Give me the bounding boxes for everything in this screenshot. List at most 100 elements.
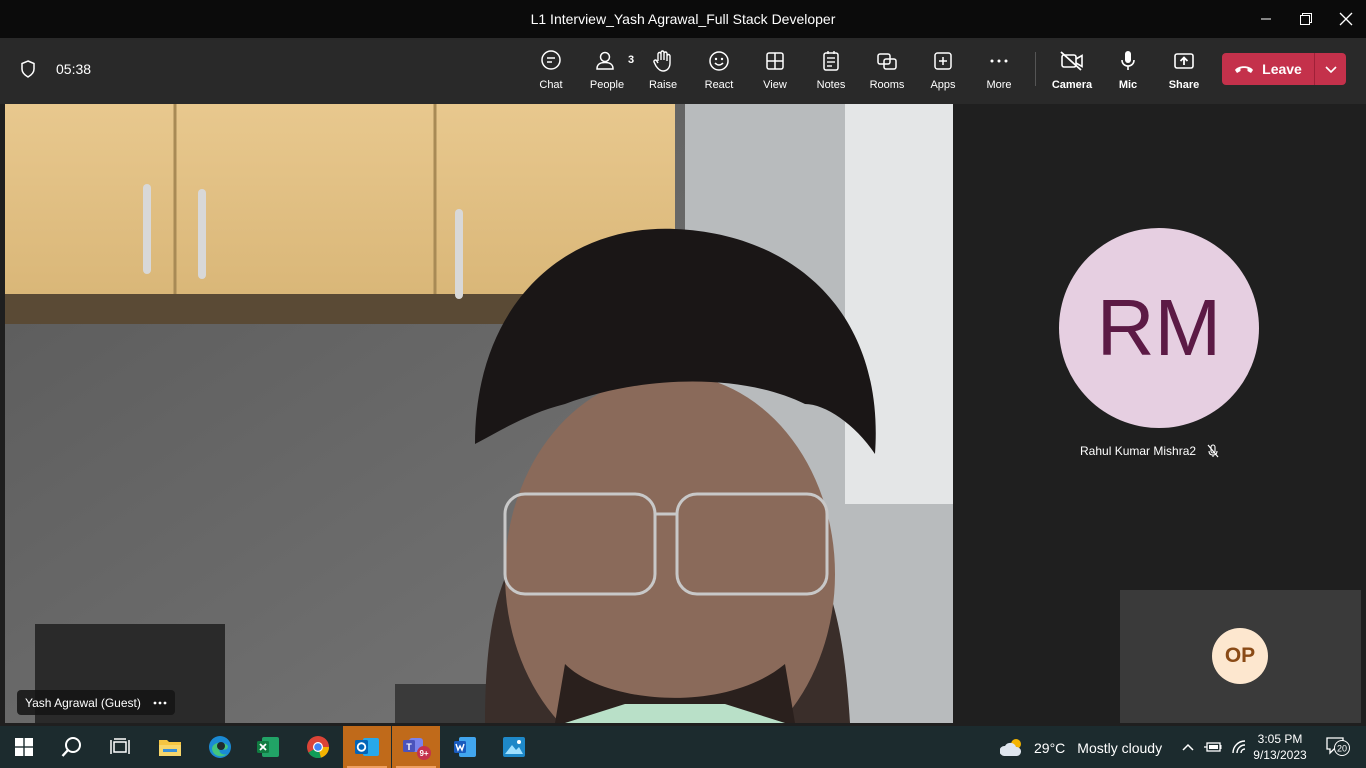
chat-label: Chat	[539, 79, 563, 91]
meeting-stage: Yash Agrawal (Guest) RM Rahul Kumar Mish…	[0, 104, 1366, 726]
view-button[interactable]: View	[747, 48, 803, 98]
teams-button[interactable]: T 9+	[392, 726, 440, 768]
network-button[interactable]	[1228, 726, 1250, 768]
participant-name-rahul: Rahul Kumar Mishra2	[1080, 444, 1220, 458]
minimize-button[interactable]	[1246, 0, 1286, 38]
teams-badge: 9+	[419, 749, 428, 758]
notes-label: Notes	[816, 79, 846, 91]
restore-button[interactable]	[1286, 0, 1326, 38]
folder-icon	[159, 740, 181, 756]
mic-icon	[1121, 51, 1135, 70]
rooms-button[interactable]: Rooms	[859, 48, 915, 98]
windows-taskbar: T 9+ 29°C Mostly cloudy 3:05 PM 9/13/2023…	[0, 726, 1366, 768]
rooms-label: Rooms	[869, 79, 905, 91]
avatar-rahul[interactable]: RM	[1059, 228, 1259, 428]
chevron-down-icon	[1324, 66, 1337, 74]
hand-icon	[653, 50, 671, 72]
notification-icon: 20	[1326, 737, 1350, 756]
word-button[interactable]	[441, 726, 489, 768]
svg-text:T: T	[406, 742, 412, 752]
system-clock[interactable]: 3:05 PM 9/13/2023	[1250, 731, 1310, 763]
share-label: Share	[1168, 79, 1200, 91]
rahul-name-label: Rahul Kumar Mishra2	[1080, 444, 1197, 458]
clock-time: 3:05 PM	[1257, 732, 1303, 746]
people-count: 3	[628, 54, 635, 66]
meeting-toolbar: 05:38 Chat 3 People Raise React View Not…	[0, 38, 1366, 104]
participant-name-tag: Yash Agrawal (Guest)	[17, 690, 175, 715]
title-bar: L1 Interview_Yash Agrawal_Full Stack Dev…	[0, 0, 1366, 38]
camera-off-icon	[1060, 51, 1083, 71]
participant-video-frame	[5, 104, 953, 723]
photos-icon	[503, 737, 525, 757]
more-label: More	[986, 79, 1012, 91]
battery-plug-icon	[1204, 742, 1222, 752]
task-view-icon	[110, 738, 130, 754]
main-video[interactable]: Yash Agrawal (Guest)	[5, 104, 953, 723]
react-button[interactable]: React	[691, 48, 747, 98]
chrome-icon	[307, 736, 329, 759]
mic-button[interactable]: Mic	[1100, 48, 1156, 98]
more-button[interactable]: More	[971, 48, 1027, 98]
participant-tile-op[interactable]: OP	[1120, 590, 1361, 723]
file-explorer-button[interactable]	[146, 726, 194, 768]
edge-button[interactable]	[196, 726, 244, 768]
start-button[interactable]	[0, 726, 48, 768]
weather-condition: Mostly cloudy	[1077, 740, 1163, 756]
excel-button[interactable]	[244, 726, 292, 768]
notes-icon	[823, 51, 839, 71]
edge-icon	[209, 736, 231, 758]
chat-button[interactable]: Chat	[523, 48, 579, 98]
restore-icon	[1300, 13, 1312, 25]
notes-button[interactable]: Notes	[803, 48, 859, 98]
share-button[interactable]: Share	[1156, 48, 1212, 98]
chat-icon	[541, 50, 561, 70]
ellipsis-icon[interactable]	[153, 701, 167, 705]
raise-label: Raise	[648, 79, 678, 91]
hang-up-icon	[1235, 66, 1254, 73]
react-label: React	[704, 79, 734, 91]
show-hidden-icons-button[interactable]	[1178, 726, 1198, 768]
wifi-icon	[1232, 740, 1246, 754]
outlook-icon	[355, 738, 379, 756]
shield-icon[interactable]	[18, 59, 38, 79]
camera-button[interactable]: Camera	[1044, 48, 1100, 98]
share-icon	[1174, 53, 1194, 69]
people-label: People	[589, 79, 625, 91]
search-button[interactable]	[48, 726, 96, 768]
smiley-icon	[709, 51, 729, 71]
leave-button[interactable]: Leave	[1222, 53, 1314, 85]
close-icon	[1339, 12, 1353, 26]
teams-icon: T 9+	[403, 738, 431, 760]
window-title: L1 Interview_Yash Agrawal_Full Stack Dev…	[530, 11, 836, 27]
leave-label: Leave	[1262, 61, 1302, 77]
raise-hand-button[interactable]: Raise	[635, 48, 691, 98]
close-button[interactable]	[1326, 0, 1366, 38]
apps-label: Apps	[930, 79, 956, 91]
minimize-icon	[1261, 18, 1271, 20]
notification-count: 20	[1337, 744, 1347, 754]
excel-icon	[257, 737, 279, 757]
avatar-op: OP	[1212, 628, 1268, 684]
meeting-timer: 05:38	[56, 61, 92, 77]
apps-button[interactable]: Apps	[915, 48, 971, 98]
leave-dropdown-button[interactable]	[1315, 64, 1346, 74]
people-icon	[596, 51, 614, 70]
clock-date: 9/13/2023	[1253, 748, 1307, 762]
mic-muted-icon	[1207, 444, 1219, 458]
word-icon	[454, 737, 476, 757]
view-label: View	[763, 79, 787, 91]
chrome-button[interactable]	[294, 726, 342, 768]
windows-logo-icon	[15, 738, 33, 756]
battery-button[interactable]	[1202, 726, 1224, 768]
people-button[interactable]: 3 People	[579, 48, 635, 98]
weather-widget[interactable]: 29°C Mostly cloudy	[1000, 737, 1162, 759]
photos-button[interactable]	[490, 726, 538, 768]
outlook-button[interactable]	[343, 726, 391, 768]
rooms-icon	[877, 53, 897, 70]
notifications-button[interactable]: 20	[1326, 736, 1350, 756]
task-view-button[interactable]	[96, 726, 144, 768]
leave-button-group: Leave	[1222, 53, 1346, 85]
plus-icon	[934, 52, 952, 70]
search-icon	[61, 737, 81, 757]
cloudy-icon	[1000, 739, 1022, 756]
